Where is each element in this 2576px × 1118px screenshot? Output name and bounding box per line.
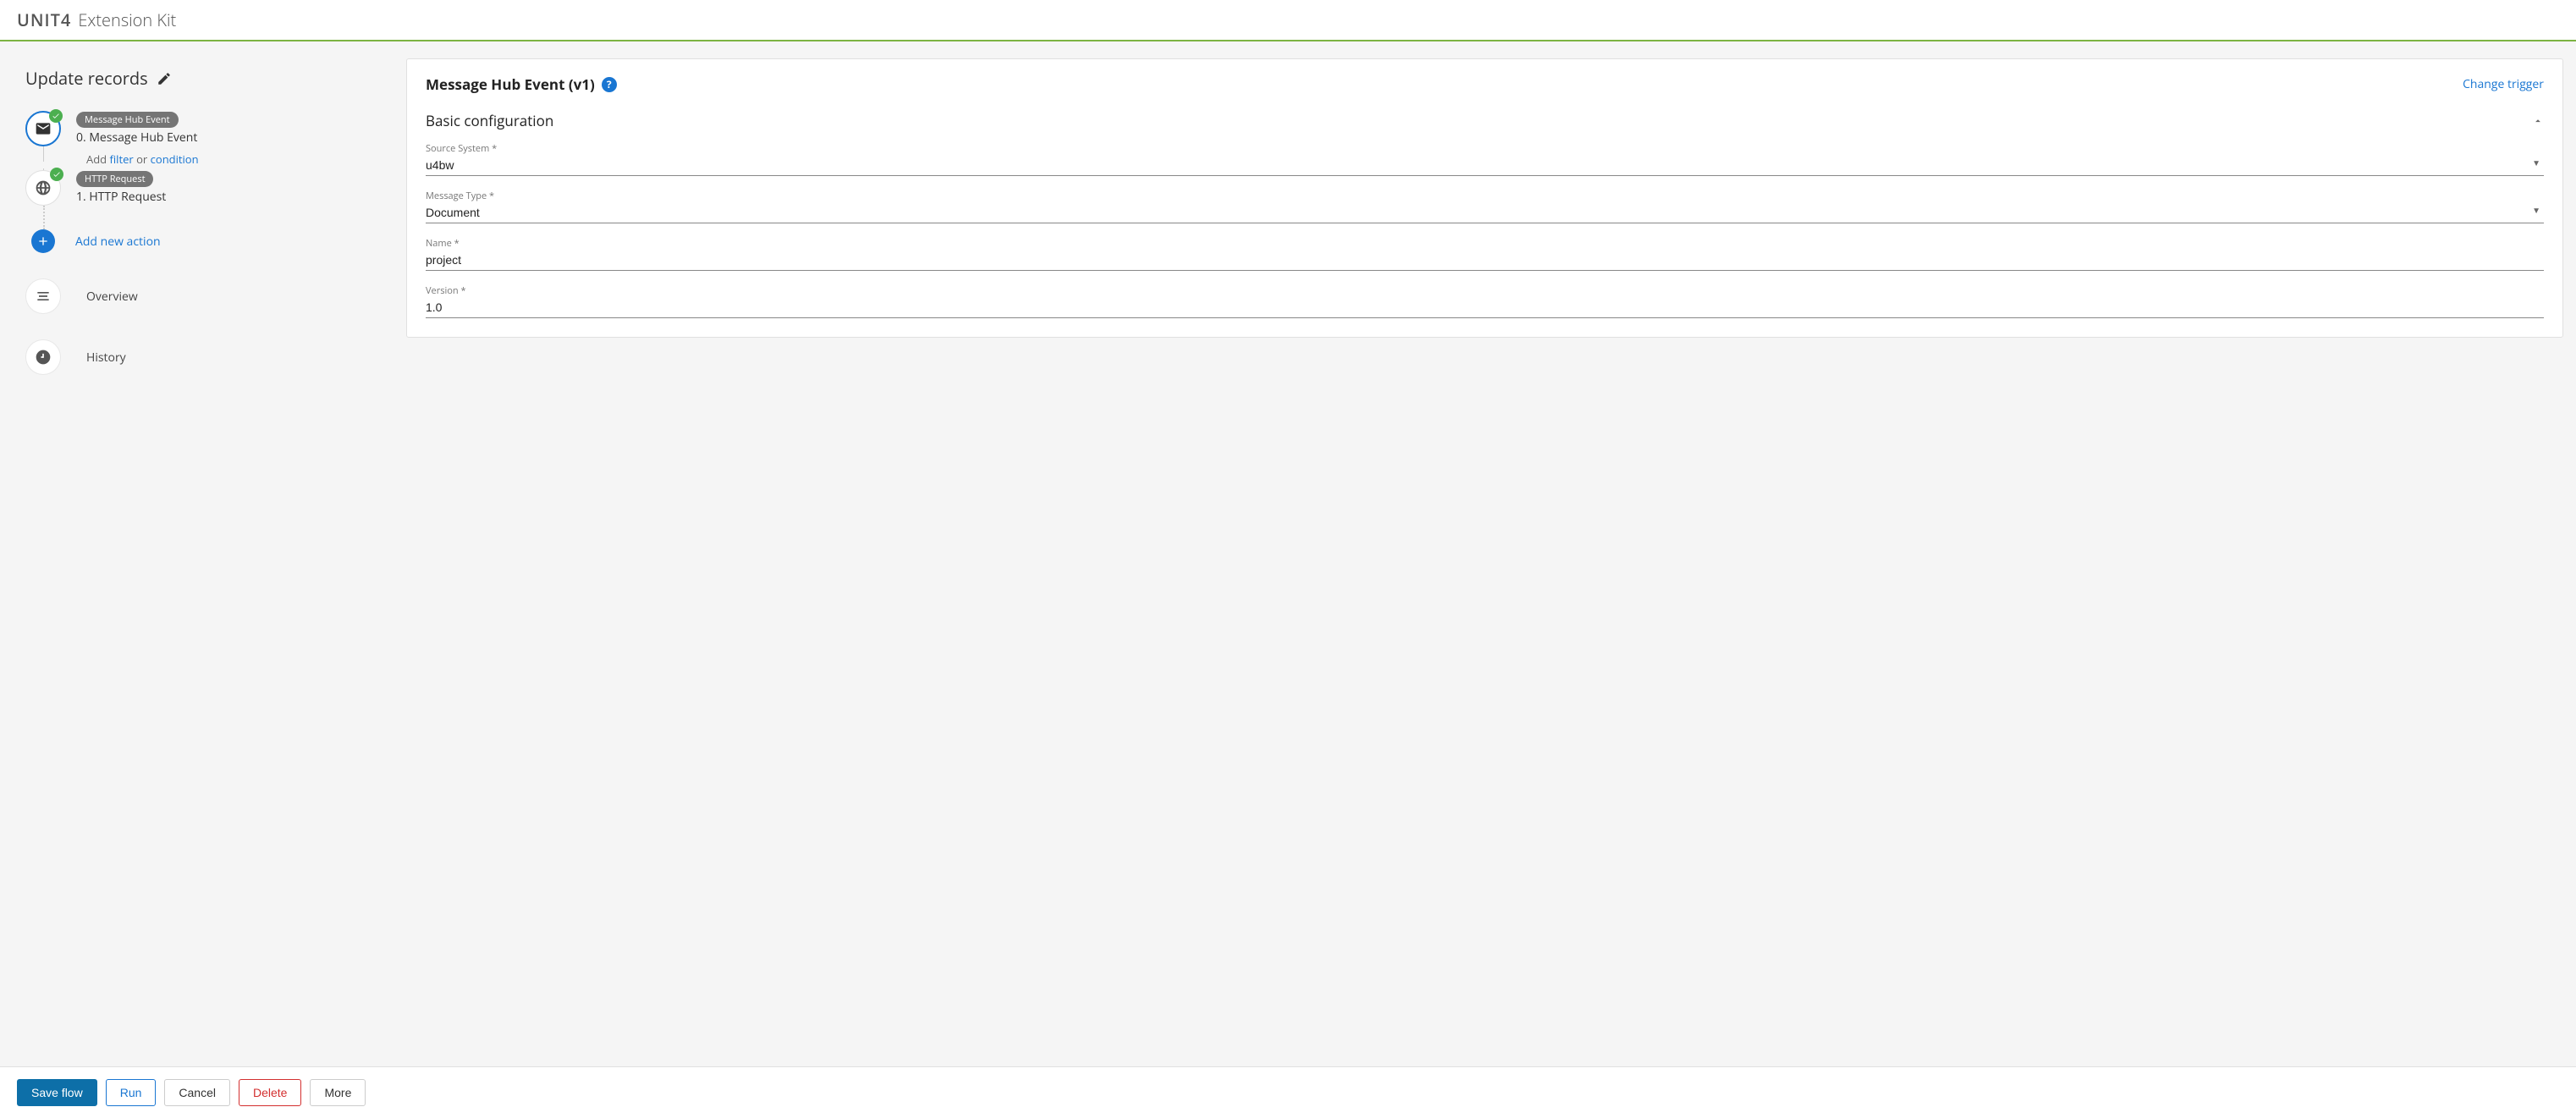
name-field[interactable]: Name * [426, 237, 2544, 271]
cancel-button[interactable]: Cancel [164, 1079, 230, 1106]
plus-icon[interactable] [31, 229, 55, 253]
flow-title: Update records [25, 67, 148, 90]
product-name: Extension Kit [78, 8, 176, 31]
step-label: 1. HTTP Request [76, 189, 166, 205]
run-button[interactable]: Run [106, 1079, 157, 1106]
field-label: Message Type * [426, 190, 2544, 202]
history-icon [25, 339, 61, 375]
add-or: or [136, 151, 147, 167]
section-title: Basic configuration [426, 111, 553, 130]
help-icon[interactable]: ? [602, 77, 617, 92]
more-button[interactable]: More [310, 1079, 366, 1106]
envelope-icon [35, 120, 52, 137]
add-condition-link[interactable]: condition [151, 151, 199, 167]
add-action-row[interactable]: Add new action [25, 229, 381, 253]
source-system-input[interactable] [426, 157, 2544, 173]
step-label: 0. Message Hub Event [76, 129, 197, 146]
history-row[interactable]: History [25, 339, 381, 375]
step-node-globe[interactable] [25, 170, 61, 206]
panel-title: Message Hub Event (v1) [426, 74, 595, 94]
add-prefix: Add [86, 151, 107, 167]
edit-title-icon[interactable] [157, 71, 172, 86]
step-node-envelope[interactable] [25, 111, 61, 146]
name-input[interactable] [426, 251, 2544, 268]
field-label: Name * [426, 237, 2544, 250]
message-type-field[interactable]: Message Type * ▼ [426, 190, 2544, 223]
add-action-label[interactable]: Add new action [75, 234, 161, 250]
add-filter-link[interactable]: filter [110, 151, 134, 167]
brand-logo: UNIT4 [17, 8, 71, 31]
save-flow-button[interactable]: Save flow [17, 1079, 97, 1106]
connector-dotted [43, 206, 45, 229]
flow-sidebar: Update records Message Hub Event 0. Mess… [0, 41, 406, 1062]
field-label: Source System * [426, 142, 2544, 155]
config-panel: Message Hub Event (v1) ? Change trigger … [406, 58, 2563, 338]
overview-label: Overview [86, 289, 138, 305]
app-header: UNIT4 Extension Kit [0, 0, 2576, 41]
add-filter-row: Add filter or condition [25, 148, 381, 170]
delete-button[interactable]: Delete [239, 1079, 301, 1106]
check-badge-icon [50, 168, 63, 181]
step-badge: Message Hub Event [76, 112, 179, 128]
source-system-field[interactable]: Source System * ▼ [426, 142, 2544, 176]
chevron-up-icon [2532, 115, 2544, 127]
version-input[interactable] [426, 299, 2544, 316]
step-badge: HTTP Request [76, 171, 153, 187]
version-field[interactable]: Version * [426, 284, 2544, 318]
check-badge-icon [49, 109, 63, 123]
flow-step-0[interactable]: Message Hub Event 0. Message Hub Event [25, 111, 381, 146]
message-type-input[interactable] [426, 204, 2544, 221]
footer-toolbar: Save flow Run Cancel Delete More [0, 1066, 2576, 1118]
overview-icon [25, 278, 61, 314]
history-label: History [86, 350, 126, 366]
section-toggle[interactable]: Basic configuration [426, 111, 2544, 130]
change-trigger-link[interactable]: Change trigger [2463, 76, 2544, 92]
overview-row[interactable]: Overview [25, 278, 381, 314]
flow-step-1[interactable]: HTTP Request 1. HTTP Request [25, 170, 381, 206]
field-label: Version * [426, 284, 2544, 297]
globe-icon [35, 179, 52, 196]
